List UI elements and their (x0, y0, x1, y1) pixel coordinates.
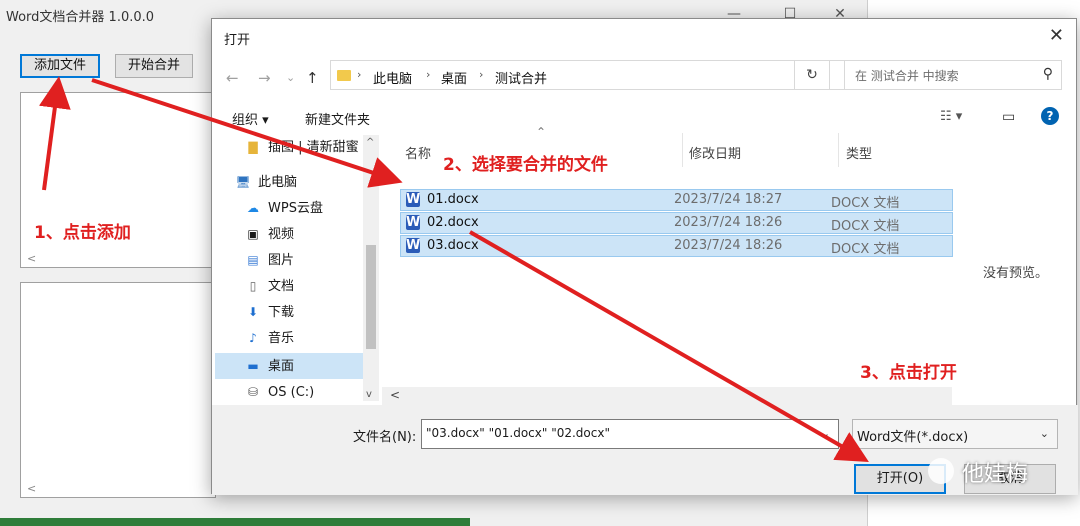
arrow-to-file-list (91, 78, 403, 188)
annotation-step3: 3、点击打开 (860, 363, 957, 383)
annotation-step2: 2、选择要合并的文件 (443, 155, 608, 175)
arrow-to-add-button (38, 76, 71, 191)
annotation-arrows (38, 76, 869, 462)
arrow-to-open-button (469, 230, 869, 462)
annotation-step1: 1、点击添加 (34, 223, 131, 243)
wechat-logo-icon (928, 458, 954, 484)
watermark-text: 他娃梅 (962, 462, 1029, 487)
